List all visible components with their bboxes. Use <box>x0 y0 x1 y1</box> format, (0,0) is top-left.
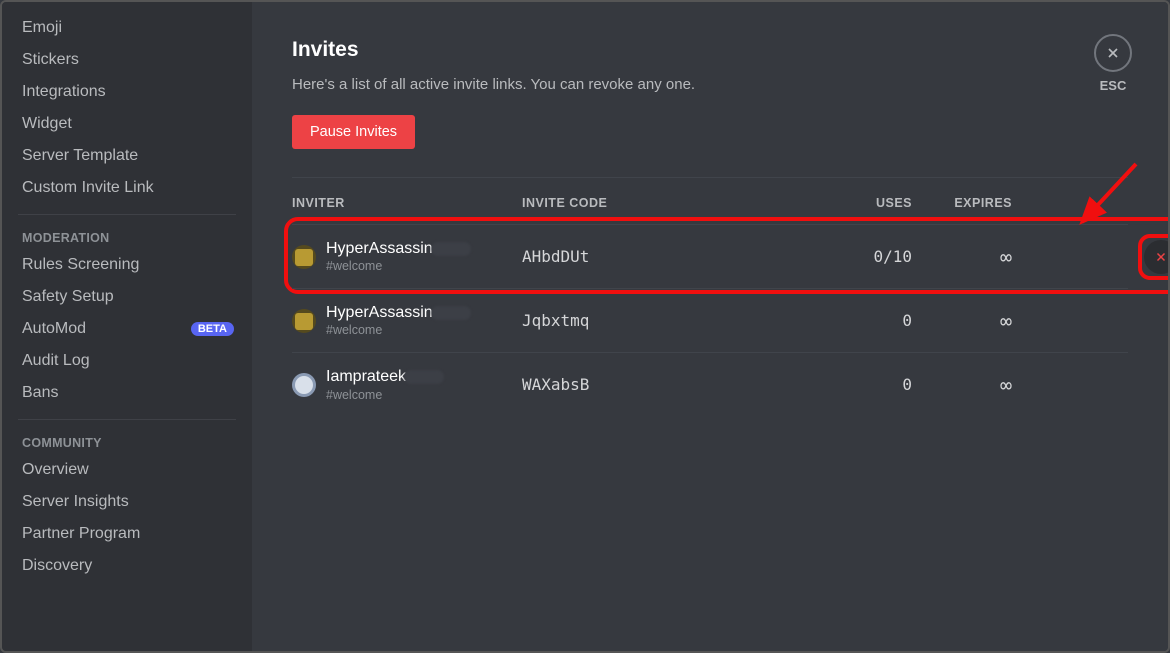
invite-uses: 0/10 <box>772 247 912 266</box>
inviter-cell: HyperAssassin#welcome <box>292 239 522 274</box>
sidebar-item-integrations[interactable]: Integrations <box>2 76 252 108</box>
sidebar-section-community: COMMUNITY <box>2 430 252 454</box>
invite-expires: ∞ <box>912 309 1012 333</box>
beta-badge: BETA <box>191 322 234 336</box>
column-uses: USES <box>772 196 912 210</box>
sidebar-item-label: Emoji <box>22 19 62 37</box>
sidebar-item-label: Partner Program <box>22 525 140 543</box>
sidebar-item-partner-program[interactable]: Partner Program <box>2 518 252 550</box>
invite-table: INVITER INVITE CODE USES EXPIRES HyperAs… <box>292 190 1128 417</box>
inviter-cell: Iamprateek #welcome <box>292 367 522 402</box>
inviter-channel: #welcome <box>326 259 471 274</box>
sidebar-item-emoji[interactable]: Emoji <box>2 12 252 44</box>
inviter-cell: HyperAssassin#welcome <box>292 303 522 338</box>
sidebar-item-audit-log[interactable]: Audit Log <box>2 345 252 377</box>
close-button[interactable] <box>1094 34 1132 72</box>
redacted-suffix <box>431 306 471 320</box>
page-title: Invites <box>292 38 1128 62</box>
sidebar-item-widget[interactable]: Widget <box>2 108 252 140</box>
invite-code: WAXabsB <box>522 375 772 394</box>
sidebar-item-label: Safety Setup <box>22 288 114 306</box>
sidebar-item-label: Integrations <box>22 83 106 101</box>
avatar <box>292 373 316 397</box>
sidebar-divider <box>18 419 236 420</box>
sidebar-item-label: AutoMod <box>22 320 86 338</box>
sidebar-item-stickers[interactable]: Stickers <box>2 44 252 76</box>
inviter-name: Iamprateek <box>326 367 444 386</box>
sidebar-item-server-insights[interactable]: Server Insights <box>2 486 252 518</box>
sidebar-item-label: Audit Log <box>22 352 90 370</box>
sidebar-item-rules-screening[interactable]: Rules Screening <box>2 249 252 281</box>
close-icon <box>1105 45 1121 61</box>
esc-label: ESC <box>1100 78 1127 93</box>
invite-row[interactable]: Iamprateek #welcome WAXabsB0∞ <box>292 352 1128 416</box>
avatar <box>292 309 316 333</box>
pause-invites-button[interactable]: Pause Invites <box>292 115 415 149</box>
invite-code: AHbdDUt <box>522 247 772 266</box>
invite-row[interactable]: HyperAssassin#welcomeAHbdDUt0/10∞ <box>292 224 1128 288</box>
sidebar-item-automod[interactable]: AutoMod BETA <box>2 313 252 345</box>
sidebar-item-label: Bans <box>22 384 58 402</box>
invite-uses: 0 <box>772 311 912 330</box>
sidebar-item-label: Widget <box>22 115 72 133</box>
sidebar-item-label: Server Insights <box>22 493 129 511</box>
sidebar-item-bans[interactable]: Bans <box>2 377 252 409</box>
invite-code: Jqbxtmq <box>522 311 772 330</box>
sidebar-item-server-template[interactable]: Server Template <box>2 140 252 172</box>
close-icon <box>1154 250 1168 264</box>
invite-expires: ∞ <box>912 373 1012 397</box>
main-content: ESC Invites Here's a list of all active … <box>252 2 1168 651</box>
page-description: Here's a list of all active invite links… <box>292 76 1128 93</box>
sidebar-item-overview[interactable]: Overview <box>2 454 252 486</box>
inviter-name: HyperAssassin <box>326 303 471 322</box>
column-inviter: INVITER <box>292 196 522 210</box>
invite-expires: ∞ <box>912 245 1012 269</box>
column-invite-code: INVITE CODE <box>522 196 772 210</box>
inviter-channel: #welcome <box>326 323 471 338</box>
sidebar-divider <box>18 214 236 215</box>
redacted-suffix <box>431 242 471 256</box>
sidebar-section-moderation: MODERATION <box>2 225 252 249</box>
content-divider <box>292 177 1128 178</box>
sidebar-item-label: Custom Invite Link <box>22 179 154 197</box>
sidebar-item-custom-invite-link[interactable]: Custom Invite Link <box>2 172 252 204</box>
revoke-invite-button[interactable] <box>1144 240 1168 274</box>
sidebar-item-label: Stickers <box>22 51 79 69</box>
sidebar-item-label: Rules Screening <box>22 256 139 274</box>
column-expires: EXPIRES <box>912 196 1012 210</box>
sidebar-item-label: Overview <box>22 461 89 479</box>
invite-row[interactable]: HyperAssassin#welcomeJqbxtmq0∞ <box>292 288 1128 352</box>
sidebar-item-label: Discovery <box>22 557 92 575</box>
settings-sidebar: Emoji Stickers Integrations Widget Server Te… <box>2 2 252 651</box>
table-header: INVITER INVITE CODE USES EXPIRES <box>292 190 1128 224</box>
invite-uses: 0 <box>772 375 912 394</box>
redacted-suffix <box>404 370 444 384</box>
sidebar-item-discovery[interactable]: Discovery <box>2 550 252 582</box>
inviter-name: HyperAssassin <box>326 239 471 258</box>
sidebar-item-safety-setup[interactable]: Safety Setup <box>2 281 252 313</box>
avatar <box>292 245 316 269</box>
inviter-channel: #welcome <box>326 388 444 403</box>
sidebar-item-label: Server Template <box>22 147 138 165</box>
